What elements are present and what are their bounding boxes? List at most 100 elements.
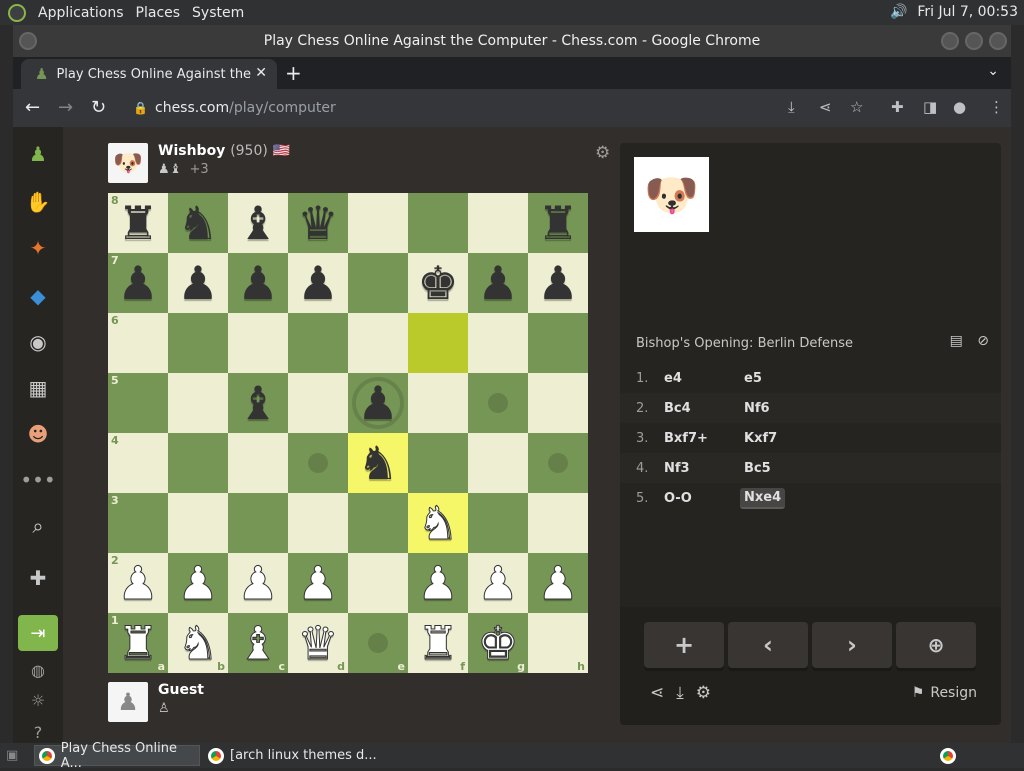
previous-move-button[interactable]: ‹ [728, 622, 808, 668]
square-f8[interactable] [408, 193, 468, 253]
square-d7[interactable]: ♟ [288, 253, 348, 313]
square-e5[interactable]: ♟ [348, 373, 408, 433]
system-menu[interactable]: System [192, 5, 244, 21]
legal-move-dot[interactable] [548, 453, 568, 473]
taskbar-item-chrome[interactable]: Play Chess Online A... [34, 741, 200, 771]
browser-tab[interactable]: ♟ Play Chess Online Against the ✕ [21, 59, 277, 89]
square-f7[interactable]: ♚ [408, 253, 468, 313]
square-b7[interactable]: ♟ [168, 253, 228, 313]
address-bar[interactable]: 🔒 chess.com/play/computer [123, 93, 893, 123]
white-pawn-piece[interactable]: ♟ [477, 560, 519, 607]
settings-gear-icon[interactable]: ⚙ [696, 683, 711, 703]
social-icon[interactable]: ☻ [25, 421, 51, 447]
square-g6[interactable] [468, 313, 528, 373]
square-a1[interactable]: ♜ 1 a [108, 613, 168, 673]
black-king-piece[interactable]: ♚ [417, 260, 458, 306]
learn-icon[interactable]: ◆ [25, 283, 51, 309]
square-c6[interactable] [228, 313, 288, 373]
black-pawn-piece[interactable]: ♟ [177, 260, 218, 306]
top-player-name[interactable]: Wishboy [158, 143, 225, 159]
white-move[interactable]: Bxf7+ [664, 431, 744, 446]
opening-name[interactable]: Bishop's Opening: Berlin Defense [636, 336, 853, 351]
square-g7[interactable]: ♟ [468, 253, 528, 313]
taskbar-item-chrome-2[interactable]: [arch linux themes d... [204, 745, 384, 766]
square-a7[interactable]: ♟ 7 [108, 253, 168, 313]
white-knight-piece[interactable]: ♞ [417, 500, 459, 547]
black-pawn-piece[interactable]: ♟ [297, 260, 338, 306]
reload-icon[interactable]: ↻ [91, 97, 106, 118]
white-pawn-piece[interactable]: ♟ [117, 560, 159, 607]
white-pawn-piece[interactable]: ♟ [297, 560, 339, 607]
login-button[interactable]: ⇥ [18, 615, 58, 651]
book-icon[interactable]: ▤ [950, 333, 963, 349]
square-h6[interactable] [528, 313, 588, 373]
chess-board[interactable]: ♜ 8 ♞ ♝ ♛ ♜ ♟ 7 ♟ ♟ ♟ ♚ ♟ ♟ 6 5 ♝ ♟ 4 ♞ 3 ♞ ♟ 2 ♟ ♟ ♟ ♟ ♟ ♟ ♜ 1 a ♞ b ♝ c ♛ d e… [108, 193, 588, 673]
capture-hint-ring[interactable] [352, 377, 404, 429]
resign-button[interactable]: ⚑ Resign [912, 685, 977, 701]
square-g8[interactable] [468, 193, 528, 253]
black-move[interactable]: Bc5 [740, 459, 775, 478]
square-e2[interactable] [348, 553, 408, 613]
square-h3[interactable] [528, 493, 588, 553]
square-d3[interactable] [288, 493, 348, 553]
distro-logo-icon[interactable] [8, 3, 26, 22]
square-f1[interactable]: ♜ f [408, 613, 468, 673]
square-d1[interactable]: ♛ d [288, 613, 348, 673]
black-move[interactable]: Kxf7 [740, 429, 781, 448]
white-move[interactable]: O-O [664, 491, 744, 506]
black-pawn-piece[interactable]: ♟ [117, 260, 158, 306]
square-h1[interactable]: h [528, 613, 588, 673]
square-g5[interactable] [468, 373, 528, 433]
square-a2[interactable]: ♟ 2 [108, 553, 168, 613]
white-queen-piece[interactable]: ♛ [297, 620, 339, 667]
square-a3[interactable]: 3 [108, 493, 168, 553]
theme-icon[interactable]: ☼ [25, 687, 51, 713]
legal-move-dot[interactable] [368, 633, 388, 653]
square-e4[interactable]: ♞ [348, 433, 408, 493]
maximize-button[interactable] [965, 32, 983, 50]
square-a6[interactable]: 6 [108, 313, 168, 373]
square-b1[interactable]: ♞ b [168, 613, 228, 673]
square-f6[interactable] [408, 313, 468, 373]
side-panel-icon[interactable]: ◨ [923, 98, 937, 116]
close-tab-icon[interactable]: ✕ [255, 65, 267, 81]
sign-up-icon[interactable]: ✚ [25, 565, 51, 591]
bot-avatar-small[interactable]: 🐶 [108, 143, 148, 183]
install-icon[interactable]: ⤓ [788, 98, 795, 116]
black-queen-piece[interactable]: ♛ [297, 200, 338, 246]
square-e7[interactable] [348, 253, 408, 313]
board-settings-gear-icon[interactable]: ⚙ [595, 143, 610, 163]
white-knight-piece[interactable]: ♞ [177, 620, 219, 667]
search-icon[interactable]: ⌕ [25, 513, 51, 539]
square-d2[interactable]: ♟ [288, 553, 348, 613]
square-a8[interactable]: ♜ 8 [108, 193, 168, 253]
new-game-button[interactable]: + [644, 622, 724, 668]
black-rook-piece[interactable]: ♜ [537, 200, 578, 246]
bookmark-star-icon[interactable]: ☆ [850, 98, 863, 116]
guest-avatar[interactable]: ♟ [108, 682, 148, 722]
tray-chrome-icon[interactable] [936, 745, 960, 766]
black-pawn-piece[interactable]: ♟ [237, 260, 278, 306]
square-b8[interactable]: ♞ [168, 193, 228, 253]
square-g4[interactable] [468, 433, 528, 493]
chrome-menu-icon[interactable]: ⋮ [989, 98, 1004, 116]
puzzles-icon[interactable]: ✦ [25, 235, 51, 261]
black-knight-piece[interactable]: ♞ [357, 440, 398, 486]
share-icon[interactable]: ⋖ [819, 98, 832, 116]
new-tab-button[interactable]: + [285, 61, 302, 85]
square-e6[interactable] [348, 313, 408, 373]
clock[interactable]: Fri Jul 7, 00:53 [917, 4, 1018, 20]
download-icon[interactable]: ⤓ [676, 683, 684, 703]
explorer-compass-icon[interactable]: ⊘ [977, 333, 989, 349]
black-pawn-piece[interactable]: ♟ [537, 260, 578, 306]
square-c3[interactable] [228, 493, 288, 553]
square-d4[interactable] [288, 433, 348, 493]
square-a5[interactable]: 5 [108, 373, 168, 433]
language-icon[interactable]: ◍ [25, 657, 51, 683]
black-bishop-piece[interactable]: ♝ [237, 200, 278, 246]
square-d5[interactable] [288, 373, 348, 433]
square-h2[interactable]: ♟ [528, 553, 588, 613]
square-b2[interactable]: ♟ [168, 553, 228, 613]
white-king-piece[interactable]: ♚ [477, 620, 519, 667]
square-h4[interactable] [528, 433, 588, 493]
